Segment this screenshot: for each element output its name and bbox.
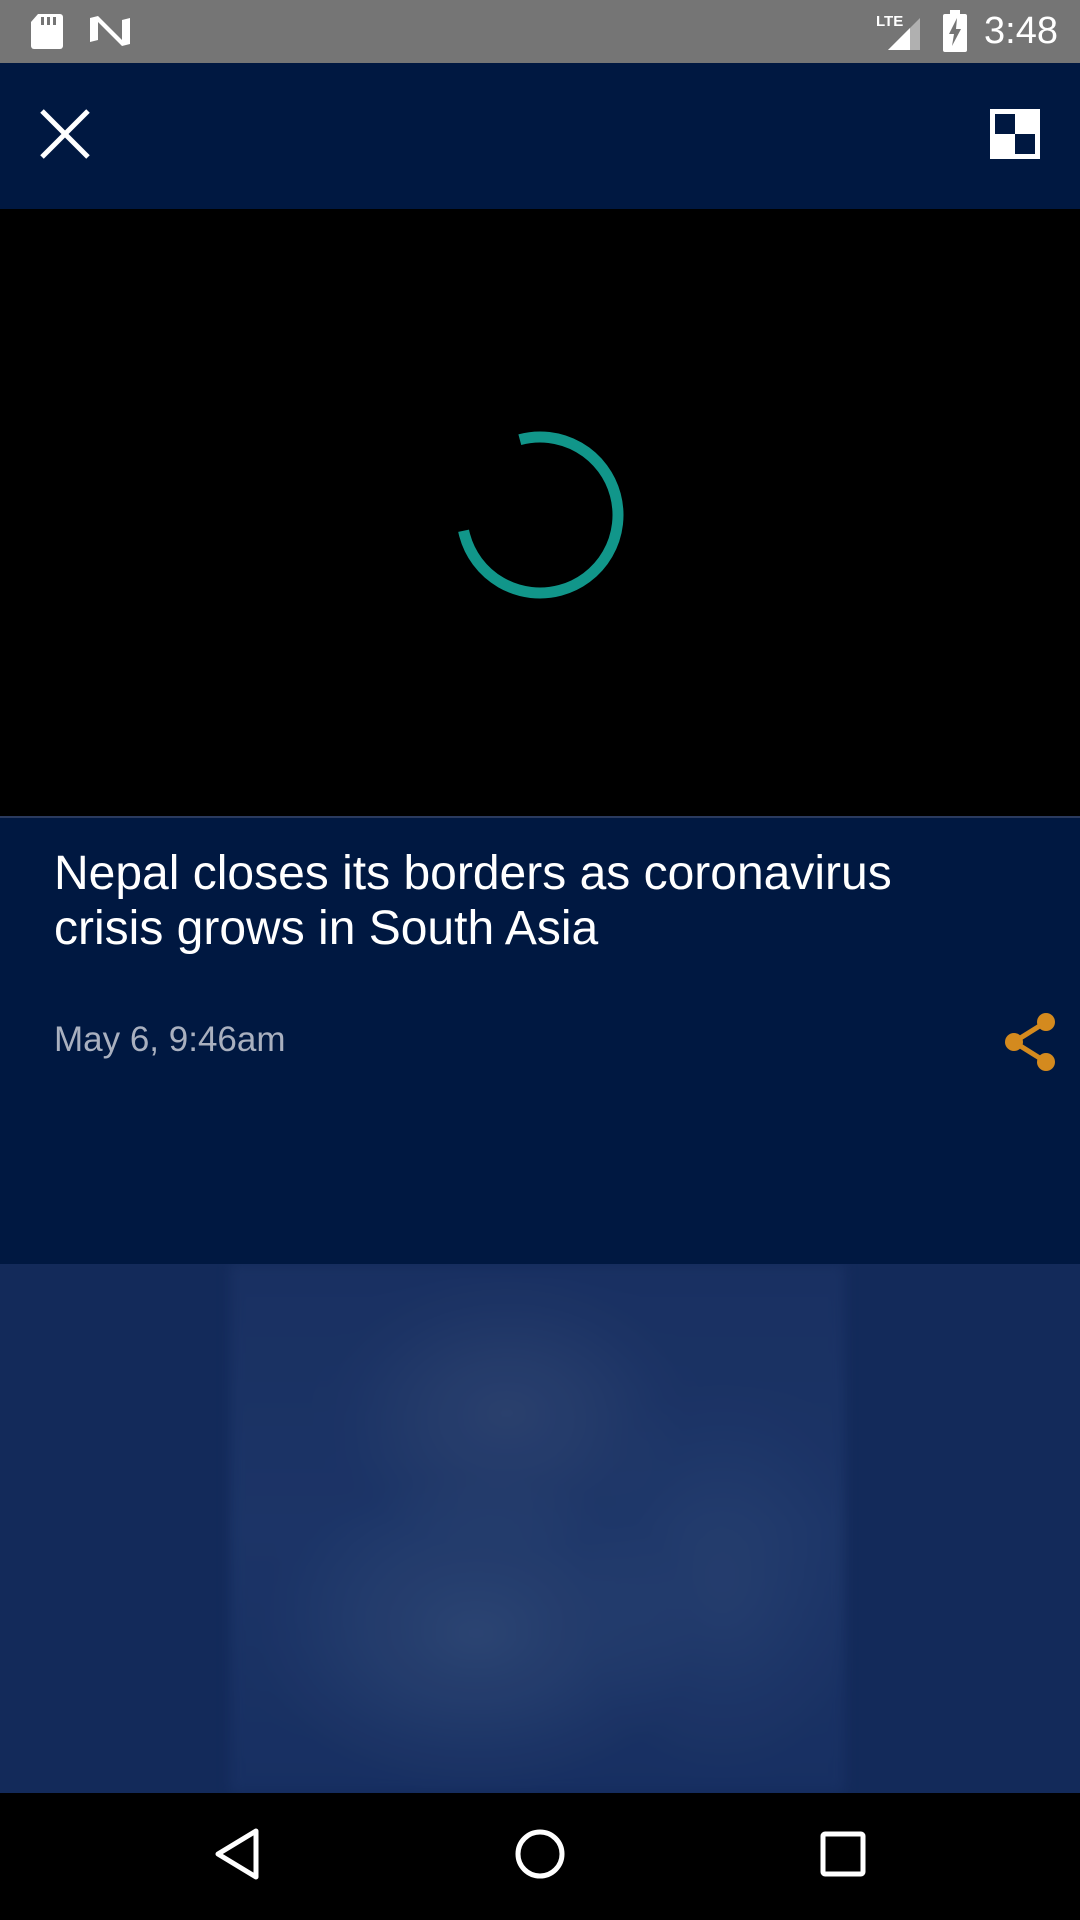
- home-icon: [513, 1827, 567, 1886]
- article-info: Nepal closes its borders as coronavirus …: [0, 818, 1080, 1264]
- picture-in-picture-icon: [988, 107, 1042, 166]
- preview-thumbnail: [230, 1264, 845, 1793]
- article-timestamp: May 6, 9:46am: [54, 1020, 286, 1059]
- navigation-bar: [0, 1793, 1080, 1920]
- close-icon: [38, 107, 92, 166]
- top-toolbar: [0, 63, 1080, 209]
- close-button[interactable]: [20, 91, 110, 181]
- sd-card-icon: [30, 12, 64, 55]
- share-button[interactable]: [994, 1008, 1066, 1080]
- loading-spinner-icon: [452, 427, 628, 608]
- back-icon: [212, 1827, 262, 1886]
- share-icon: [1002, 1012, 1058, 1077]
- article-headline: Nepal closes its borders as coronavirus …: [54, 847, 892, 955]
- back-button[interactable]: [192, 1811, 282, 1901]
- next-video-preview[interactable]: [0, 1264, 1080, 1793]
- recents-icon: [819, 1830, 867, 1883]
- status-time: 3:48: [984, 10, 1058, 52]
- recents-button[interactable]: [798, 1811, 888, 1901]
- svg-text:LTE: LTE: [876, 13, 903, 30]
- screen: LTE 3:48 Nepal closes its borders as cor…: [0, 0, 1080, 1920]
- home-button[interactable]: [495, 1811, 585, 1901]
- battery-charging-icon: [942, 10, 968, 57]
- picture-in-picture-button[interactable]: [970, 91, 1060, 181]
- n-notification-icon: [88, 14, 132, 53]
- lte-signal-icon: LTE: [874, 10, 924, 57]
- status-bar: LTE 3:48: [0, 0, 1080, 63]
